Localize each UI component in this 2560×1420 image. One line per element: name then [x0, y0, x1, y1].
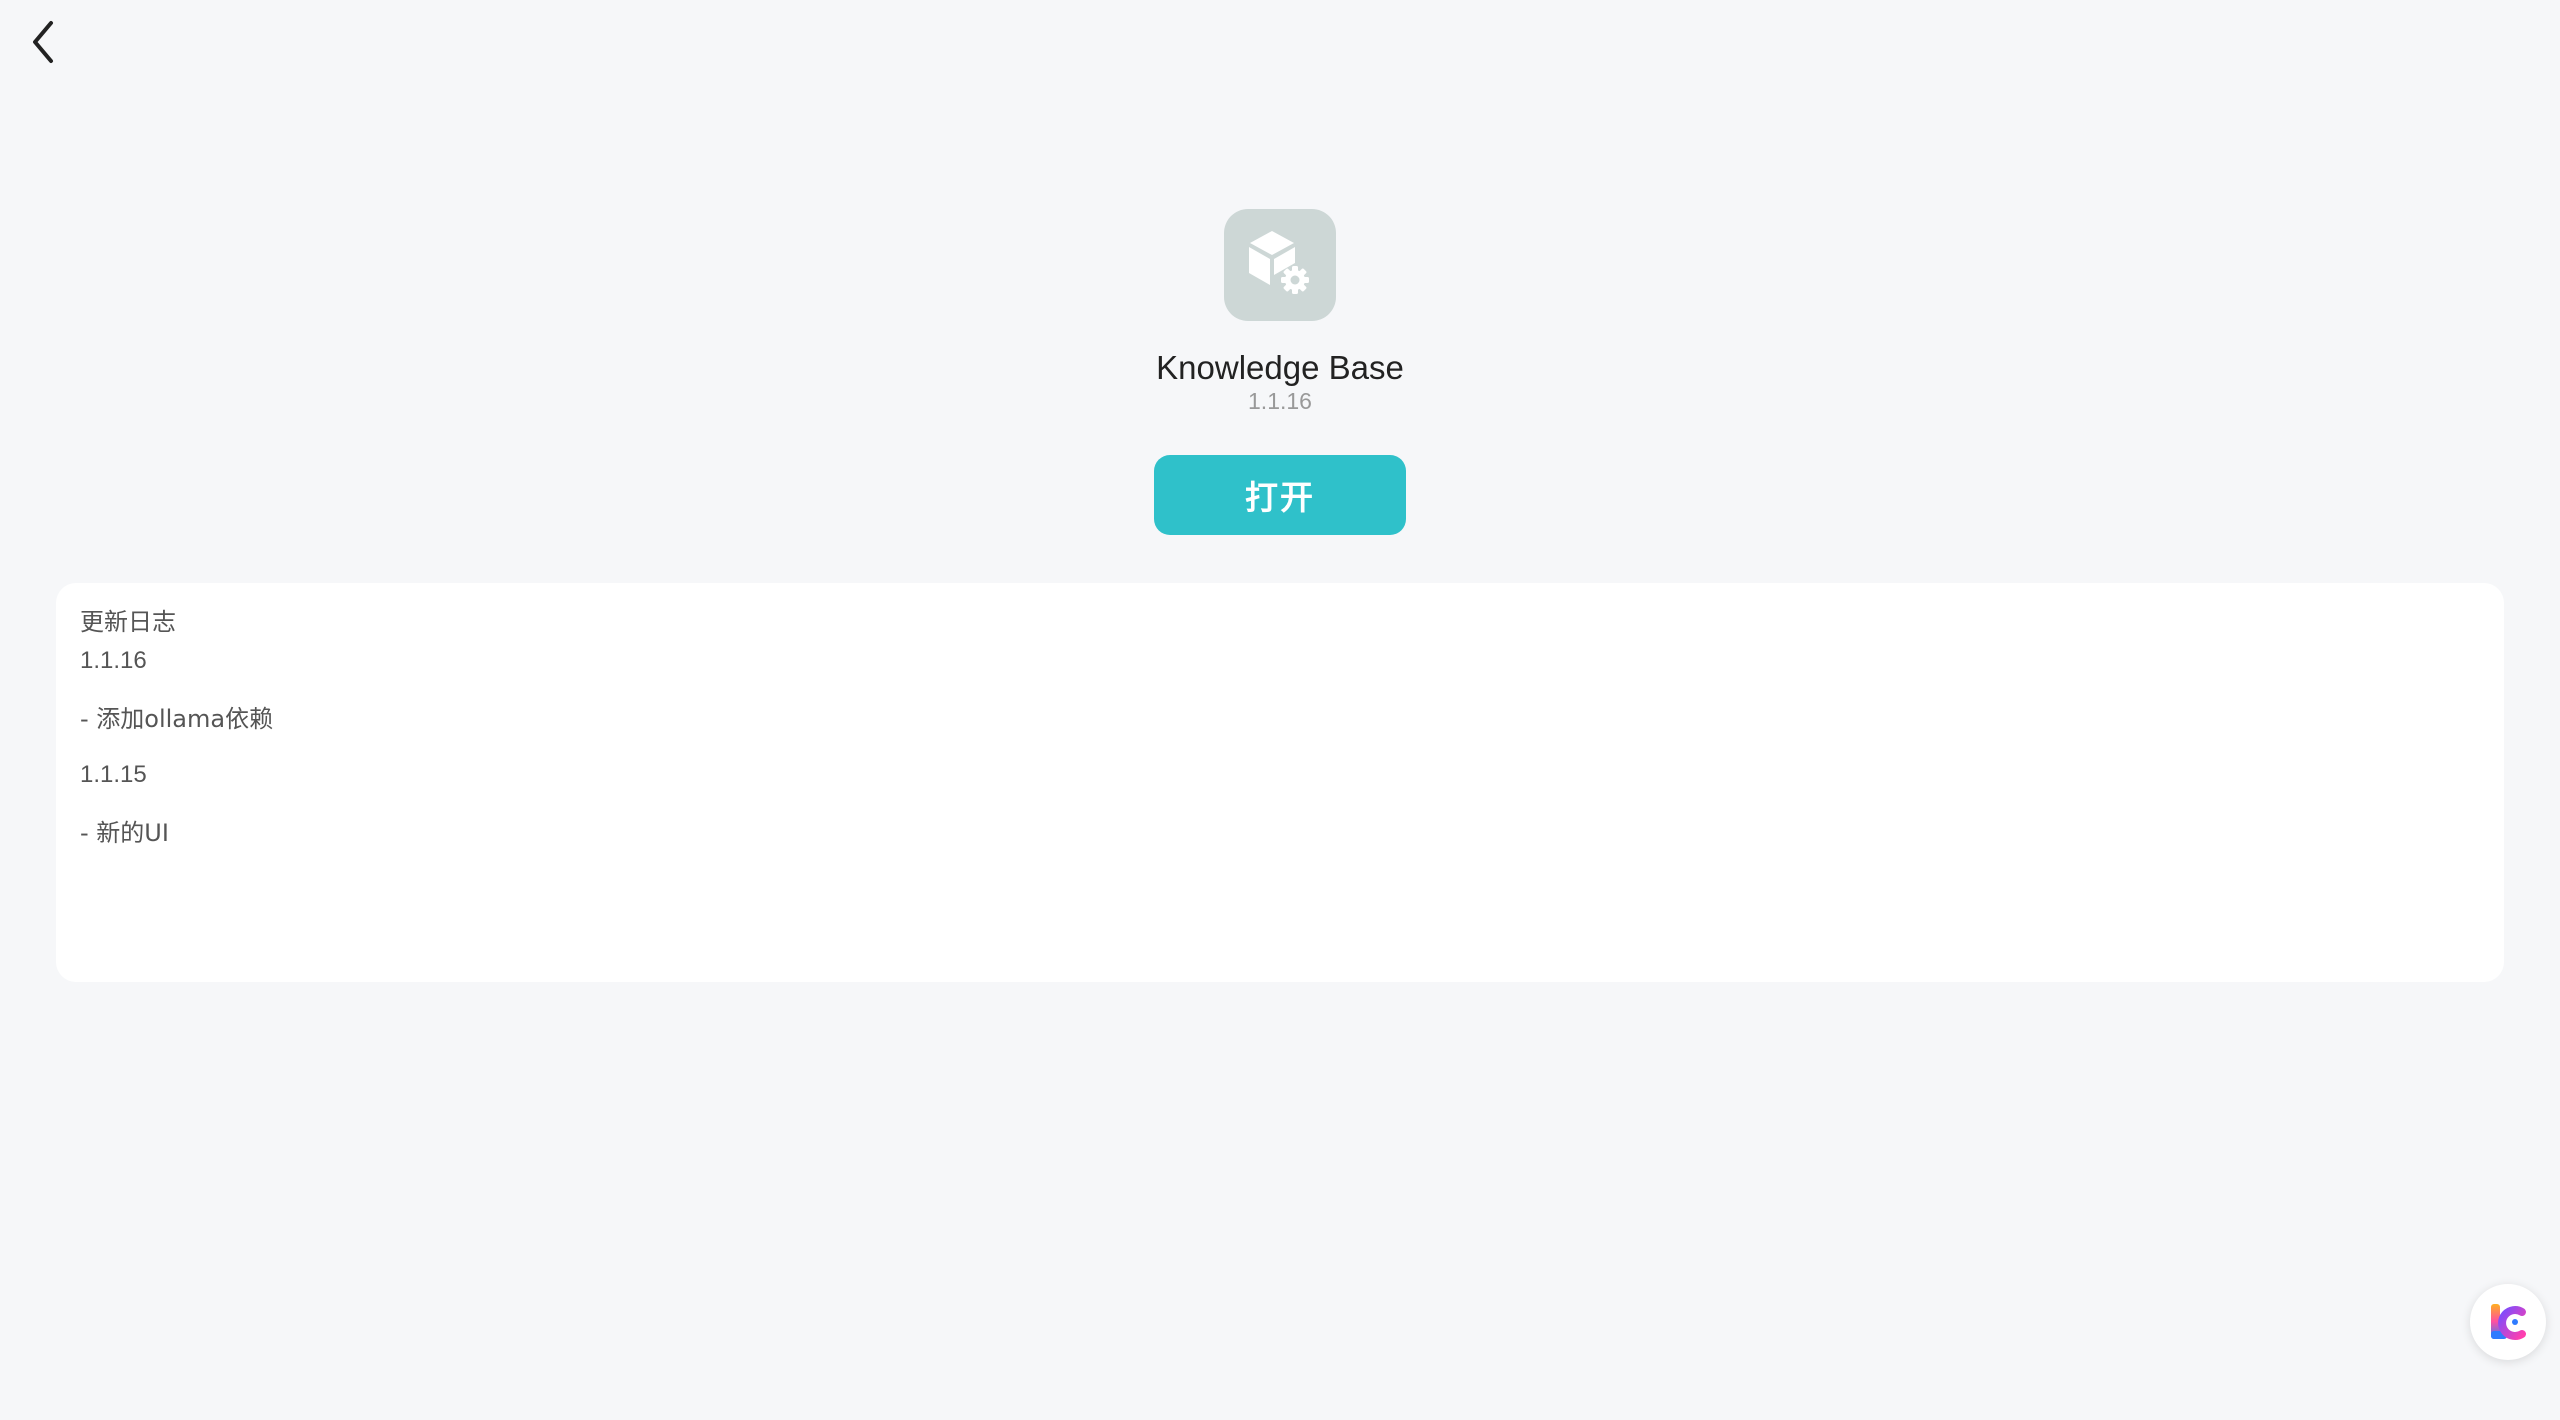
- changelog-card: 更新日志 1.1.16 - 添加ollama依赖 1.1.15 - 新的UI: [56, 583, 2504, 982]
- lc-logo-icon: [2491, 1304, 2526, 1340]
- assistant-button[interactable]: [2470, 1284, 2546, 1360]
- app-icon: [1224, 209, 1336, 321]
- changelog-entry: 1.1.15 - 新的UI: [80, 759, 2480, 849]
- open-button[interactable]: 打开: [1154, 455, 1406, 535]
- app-name: Knowledge Base: [1156, 349, 1404, 386]
- changelog-entry: 1.1.16 - 添加ollama依赖: [80, 645, 2480, 735]
- changelog-version: 1.1.15: [80, 761, 147, 788]
- changelog-title: 更新日志: [80, 608, 176, 636]
- box-gear-icon: [1249, 231, 1309, 294]
- app-version: 1.1.16: [1248, 388, 1312, 414]
- changelog-note: - 新的UI: [80, 819, 169, 847]
- changelog-note: - 添加ollama依赖: [80, 705, 274, 733]
- changelog-version: 1.1.16: [80, 647, 147, 674]
- app-header: Knowledge Base 1.1.16 打开: [0, 0, 2560, 560]
